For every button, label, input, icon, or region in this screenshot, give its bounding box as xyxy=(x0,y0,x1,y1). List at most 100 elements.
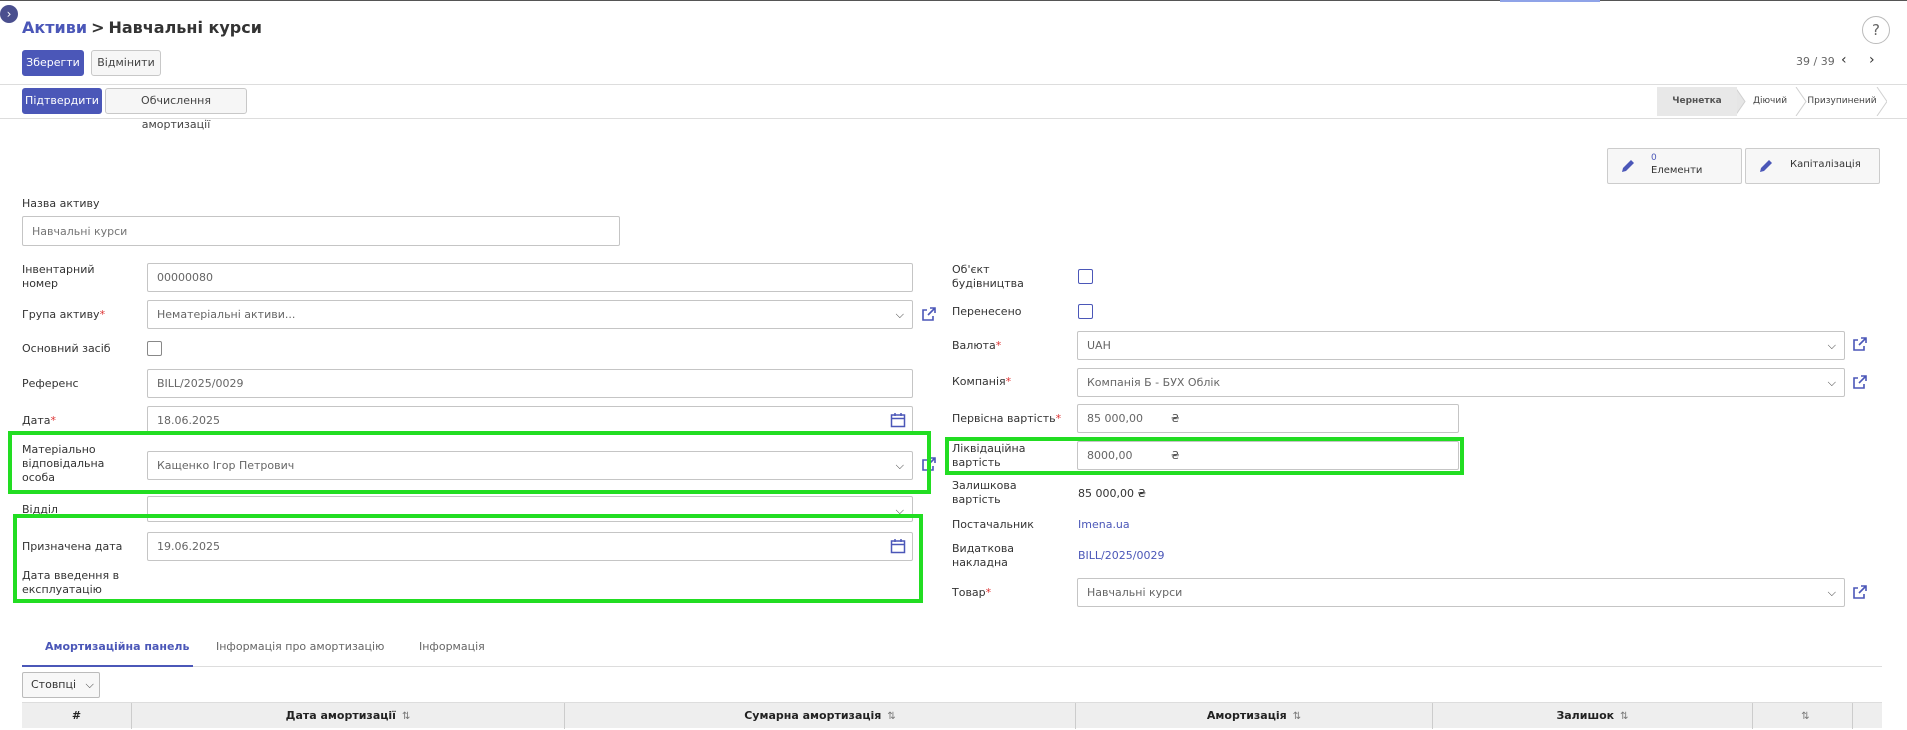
save-button[interactable]: Зберегти xyxy=(22,50,84,76)
construction-object-label: Об'єкт будівництва xyxy=(952,263,1024,290)
column-header-label: Дата амортизації xyxy=(285,709,396,722)
asset-group-label: Група активу* xyxy=(22,308,106,321)
divider xyxy=(0,84,1907,85)
asset-group-value: Нематеріальні активи... xyxy=(157,308,296,321)
original-value-currency: ₴ xyxy=(1171,412,1180,425)
asset-name-label: Назва активу xyxy=(22,197,100,210)
date-value: 18.06.2025 xyxy=(157,414,220,427)
confirm-button[interactable]: Підтвердити xyxy=(22,88,102,114)
tab-depreciation-board[interactable]: Амортизаційна панель xyxy=(45,640,189,666)
chevron-right-icon[interactable]: › xyxy=(1869,52,1875,68)
asset-group-select[interactable]: Нематеріальні активи... ⌵ xyxy=(147,300,913,329)
active-tab-indicator xyxy=(22,665,193,667)
tabs-divider xyxy=(22,666,1882,667)
columns-label: Стовпці xyxy=(31,678,77,691)
status-draft[interactable]: Чернетка xyxy=(1657,87,1737,116)
column-header-label: Амортизація xyxy=(1206,709,1287,722)
top-border xyxy=(0,0,1907,1)
calendar-icon[interactable] xyxy=(890,412,906,428)
currency-label-text: Валюта xyxy=(952,339,996,352)
chevron-down-icon: ⌵ xyxy=(1827,586,1836,599)
company-select[interactable]: Компанія Б - БУХ Облік ⌵ xyxy=(1077,368,1845,397)
loading-indicator xyxy=(1500,0,1600,2)
column-header-number[interactable]: # xyxy=(22,703,132,729)
discard-button[interactable]: Відмінити xyxy=(91,50,161,76)
column-header-label: Залишок xyxy=(1556,709,1615,722)
column-header-date[interactable]: Дата амортизації ⇅ xyxy=(132,703,565,729)
tab-info[interactable]: Інформація xyxy=(419,640,485,666)
expense-invoice-label: Видаткова накладна xyxy=(952,542,1015,569)
compute-depreciation-button[interactable]: Обчислення амортизації xyxy=(105,88,247,131)
vendor-label: Постачальник xyxy=(952,518,1034,531)
inventory-number-field[interactable]: 00000080 xyxy=(147,263,913,292)
company-value: Компанія Б - БУХ Облік xyxy=(1087,376,1221,389)
reference-field[interactable]: BILL/2025/0029 xyxy=(147,369,913,398)
help-icon[interactable]: ? xyxy=(1862,16,1890,44)
product-select[interactable]: Навчальні курси ⌵ xyxy=(1077,578,1845,607)
inventory-number-label: Інвентарний номер xyxy=(22,263,95,290)
external-link-icon[interactable] xyxy=(1852,336,1868,352)
original-value-field[interactable]: 85 000,00 ₴ xyxy=(1077,404,1459,433)
fixed-asset-checkbox[interactable] xyxy=(147,341,162,356)
tab-depreciation-info[interactable]: Інформація про амортизацію xyxy=(216,640,384,666)
original-value-amount: 85 000,00 xyxy=(1087,412,1143,425)
status-suspended[interactable]: Призупинений xyxy=(1806,87,1878,116)
vendor-link[interactable]: Imena.ua xyxy=(1078,518,1130,531)
construction-object-checkbox[interactable] xyxy=(1078,269,1093,284)
currency-value: UAH xyxy=(1087,339,1111,352)
sort-icon: ⇅ xyxy=(1620,711,1629,722)
reference-label: Референс xyxy=(22,377,79,390)
divider xyxy=(0,118,1907,119)
capitalization-stat-button[interactable]: Капіталізація xyxy=(1745,148,1880,184)
column-header-label: # xyxy=(71,709,82,722)
external-link-icon[interactable] xyxy=(1852,374,1868,390)
breadcrumb: Активи > Навчальні курси xyxy=(22,18,262,37)
transferred-label: Перенесено xyxy=(952,305,1022,318)
column-header-total-depreciation[interactable]: Сумарна амортизація ⇅ xyxy=(565,703,1076,729)
date-label-text: Дата xyxy=(22,414,51,427)
columns-button[interactable]: Стовпці ⌵ xyxy=(22,672,100,698)
pencil-icon xyxy=(1760,160,1772,172)
asset-name-input[interactable] xyxy=(22,216,620,246)
date-label: Дата* xyxy=(22,414,56,427)
highlight-responsible-person xyxy=(8,431,931,494)
column-header-extra[interactable]: ⇅ xyxy=(1753,703,1853,729)
asset-group-label-text: Група активу xyxy=(22,308,100,321)
elements-label: Елементи xyxy=(1651,165,1703,176)
company-label: Компанія* xyxy=(952,375,1012,388)
fixed-asset-label: Основний засіб xyxy=(22,342,111,355)
product-label: Товар* xyxy=(952,586,992,599)
residual-value-label: Залишкова вартість xyxy=(952,479,1017,506)
sort-icon: ⇅ xyxy=(1801,711,1810,722)
chevron-down-icon: ⌵ xyxy=(1827,339,1836,352)
chevron-down-icon: ⌵ xyxy=(1827,376,1836,389)
currency-label: Валюта* xyxy=(952,339,1002,352)
capitalization-label: Капіталізація xyxy=(1790,159,1861,170)
external-link-icon[interactable] xyxy=(921,306,937,322)
column-header-depreciation[interactable]: Амортизація ⇅ xyxy=(1076,703,1433,729)
breadcrumb-parent[interactable]: Активи xyxy=(22,18,87,37)
transferred-checkbox[interactable] xyxy=(1078,304,1093,319)
product-label-text: Товар xyxy=(952,586,986,599)
external-link-icon[interactable] xyxy=(1852,584,1868,600)
chevron-down-icon: ⌵ xyxy=(895,308,904,321)
expense-invoice-link[interactable]: BILL/2025/0029 xyxy=(1078,549,1164,562)
elements-stat-button[interactable]: 0 Елементи xyxy=(1607,148,1742,184)
column-header-balance[interactable]: Залишок ⇅ xyxy=(1433,703,1753,729)
highlight-dates xyxy=(13,514,923,603)
residual-value: 85 000,00 ₴ xyxy=(1078,487,1146,500)
sort-icon: ⇅ xyxy=(887,711,896,722)
highlight-salvage-value xyxy=(945,437,1464,475)
sort-icon: ⇅ xyxy=(1292,711,1302,722)
pager-value: 39 / 39 xyxy=(1796,55,1835,68)
column-header-label: Сумарна амортизація xyxy=(744,709,882,722)
chevron-left-icon[interactable]: ‹ xyxy=(1841,52,1847,68)
status-active[interactable]: Діючий xyxy=(1745,87,1795,116)
breadcrumb-current: Навчальні курси xyxy=(108,18,262,37)
currency-select[interactable]: UAH ⌵ xyxy=(1077,331,1845,360)
sort-icon: ⇅ xyxy=(401,711,411,722)
sidebar-toggle-icon[interactable]: › xyxy=(0,5,18,23)
elements-count: 0 xyxy=(1651,153,1657,163)
original-value-label-text: Первісна вартість xyxy=(952,412,1056,425)
company-label-text: Компанія xyxy=(952,375,1006,388)
